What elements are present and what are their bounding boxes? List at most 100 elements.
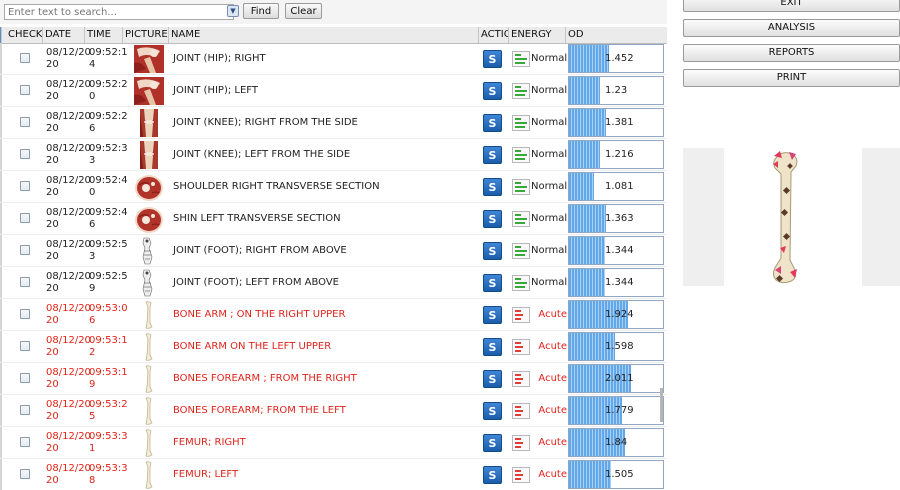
clear-button[interactable]: Clear (285, 3, 322, 19)
row-checkbox[interactable] (20, 85, 30, 95)
od-bar: 1.598 (568, 332, 664, 361)
search-input[interactable] (4, 4, 234, 20)
row-indicator (0, 27, 2, 43)
row-date: 08/12/20 20 (46, 271, 91, 294)
od-bar-fill (569, 109, 607, 136)
action-s-button[interactable]: S (483, 50, 502, 68)
row-time: 09:52:2 6 (89, 111, 128, 134)
energy-status: Acute (538, 469, 567, 480)
table-row[interactable]: 08/12/20 20 09:52:4 6 SHIN LEFT TRANSVERSE… (0, 203, 667, 235)
row-gutter (0, 427, 2, 459)
energy-status: Normal (531, 85, 568, 96)
column-action[interactable]: ACTION (479, 27, 509, 43)
row-name: JOINT (FOOT); RIGHT FROM ABOVE (173, 245, 347, 256)
table-row[interactable]: 08/12/20 20 09:53:1 2 BONE ARM ON THE LEFT… (0, 331, 667, 363)
energy-status: Acute (538, 373, 567, 384)
energy-status: Acute (538, 309, 567, 320)
column-time[interactable]: TIME (85, 27, 123, 43)
od-bar: 1.363 (568, 204, 664, 233)
row-gutter (0, 299, 2, 331)
row-name: BONES FOREARM ; FROM THE RIGHT (173, 373, 357, 384)
row-name: SHIN LEFT TRANSVERSE SECTION (173, 213, 341, 224)
row-gutter (0, 43, 2, 75)
row-name: JOINT (FOOT); LEFT FROM ABOVE (173, 277, 340, 288)
od-bar-fill (569, 173, 595, 200)
energy-acute-icon (512, 403, 530, 419)
bone-thumbnail (134, 461, 164, 489)
row-time: 09:53:1 2 (89, 335, 128, 358)
row-gutter (0, 75, 2, 107)
row-checkbox[interactable] (20, 373, 30, 383)
energy-status: Normal (531, 53, 568, 64)
cross-section-thumbnail (134, 205, 164, 233)
energy-status: Acute (538, 437, 567, 448)
table-row[interactable]: 08/12/20 20 09:53:2 5 BONES FOREARM; FROM … (0, 395, 667, 427)
table-row[interactable]: 08/12/20 20 09:53:1 9 BONES FOREARM ; FROM… (0, 363, 667, 395)
row-date: 08/12/20 20 (46, 47, 91, 70)
column-od[interactable]: OD (566, 27, 667, 43)
row-checkbox[interactable] (20, 149, 30, 159)
table-row[interactable]: 08/12/20 20 09:53:3 1 FEMUR; RIGHT S Acute 1.… (0, 427, 667, 459)
row-checkbox[interactable] (20, 309, 30, 319)
row-name: JOINT (HIP); RIGHT (173, 53, 266, 64)
row-checkbox[interactable] (20, 469, 30, 479)
table-header: CHECKE DATE TIME PICTURE NAME ACTION ENE… (0, 27, 667, 44)
table-row[interactable]: 08/12/20 20 09:52:2 0 JOINT (HIP); LEFT S No… (0, 75, 667, 107)
action-s-button[interactable]: S (483, 146, 502, 164)
table-row[interactable]: 08/12/20 20 09:52:4 0 SHOULDER RIGHT TRANS… (0, 171, 667, 203)
action-s-button[interactable]: S (483, 434, 502, 452)
table-row[interactable]: 08/12/20 20 09:52:1 4 JOINT (HIP); RIGHT S N… (0, 43, 667, 75)
row-checkbox[interactable] (20, 181, 30, 191)
row-name: JOINT (KNEE); RIGHT FROM THE SIDE (173, 117, 358, 128)
od-value: 1.381 (605, 117, 634, 128)
column-picture[interactable]: PICTURE (123, 27, 169, 43)
row-time: 09:53:1 9 (89, 367, 128, 390)
od-bar: 1.23 (568, 76, 664, 105)
od-value: 1.779 (605, 405, 634, 416)
table-row[interactable]: 08/12/20 20 09:53:3 8 FEMUR; LEFT S Acute 1.5… (0, 459, 667, 490)
action-s-button[interactable]: S (483, 338, 502, 356)
row-checkbox[interactable] (20, 405, 30, 415)
column-energy[interactable]: ENERGY (509, 27, 566, 43)
action-s-button[interactable]: S (483, 178, 502, 196)
table-row[interactable]: 08/12/20 20 09:52:5 3 JOINT (FOOT); RIGHT … (0, 235, 667, 267)
action-s-button[interactable]: S (483, 306, 502, 324)
action-s-button[interactable]: S (483, 82, 502, 100)
foot-bones-thumbnail (134, 237, 164, 265)
row-gutter (0, 139, 2, 171)
row-checkbox[interactable] (20, 277, 30, 287)
analysis-button[interactable]: ANALYSIS (683, 19, 900, 37)
action-s-button[interactable]: S (483, 402, 502, 420)
action-s-button[interactable]: S (483, 114, 502, 132)
action-s-button[interactable]: S (483, 242, 502, 260)
reports-button[interactable]: REPORTS (683, 44, 900, 62)
table-row[interactable]: 08/12/20 20 09:53:0 6 BONE ARM ; ON THE RI… (0, 299, 667, 331)
column-checked[interactable]: CHECKE (6, 27, 43, 43)
row-checkbox[interactable] (20, 437, 30, 447)
row-checkbox[interactable] (20, 53, 30, 63)
row-checkbox[interactable] (20, 117, 30, 127)
print-button[interactable]: PRINT (683, 69, 900, 87)
action-s-button[interactable]: S (483, 466, 502, 484)
od-bar: 1.381 (568, 108, 664, 137)
column-date[interactable]: DATE (43, 27, 85, 43)
action-s-button[interactable]: S (483, 210, 502, 228)
row-checkbox[interactable] (20, 341, 30, 351)
table-row[interactable]: 08/12/20 20 09:52:3 3 JOINT (KNEE); LEFT F… (0, 139, 667, 171)
action-s-button[interactable]: S (483, 370, 502, 388)
femur-bone-icon (773, 151, 798, 284)
table-row[interactable]: 08/12/20 20 09:52:5 9 JOINT (FOOT); LEFT F… (0, 267, 667, 299)
exit-button[interactable]: EXIT (683, 0, 900, 12)
action-s-button[interactable]: S (483, 274, 502, 292)
od-value: 1.23 (605, 85, 628, 96)
row-gutter (0, 203, 2, 235)
chevron-down-icon[interactable]: ▼ (227, 5, 239, 17)
find-button[interactable]: Find (243, 3, 279, 19)
row-checkbox[interactable] (20, 245, 30, 255)
row-checkbox[interactable] (20, 213, 30, 223)
column-name[interactable]: NAME (169, 27, 479, 43)
od-value: 2.011 (605, 373, 634, 384)
table-row[interactable]: 08/12/20 20 09:52:2 6 JOINT (KNEE); RIGHT … (0, 107, 667, 139)
od-bar: 1.344 (568, 268, 664, 297)
vertical-scrollbar[interactable] (660, 388, 663, 422)
